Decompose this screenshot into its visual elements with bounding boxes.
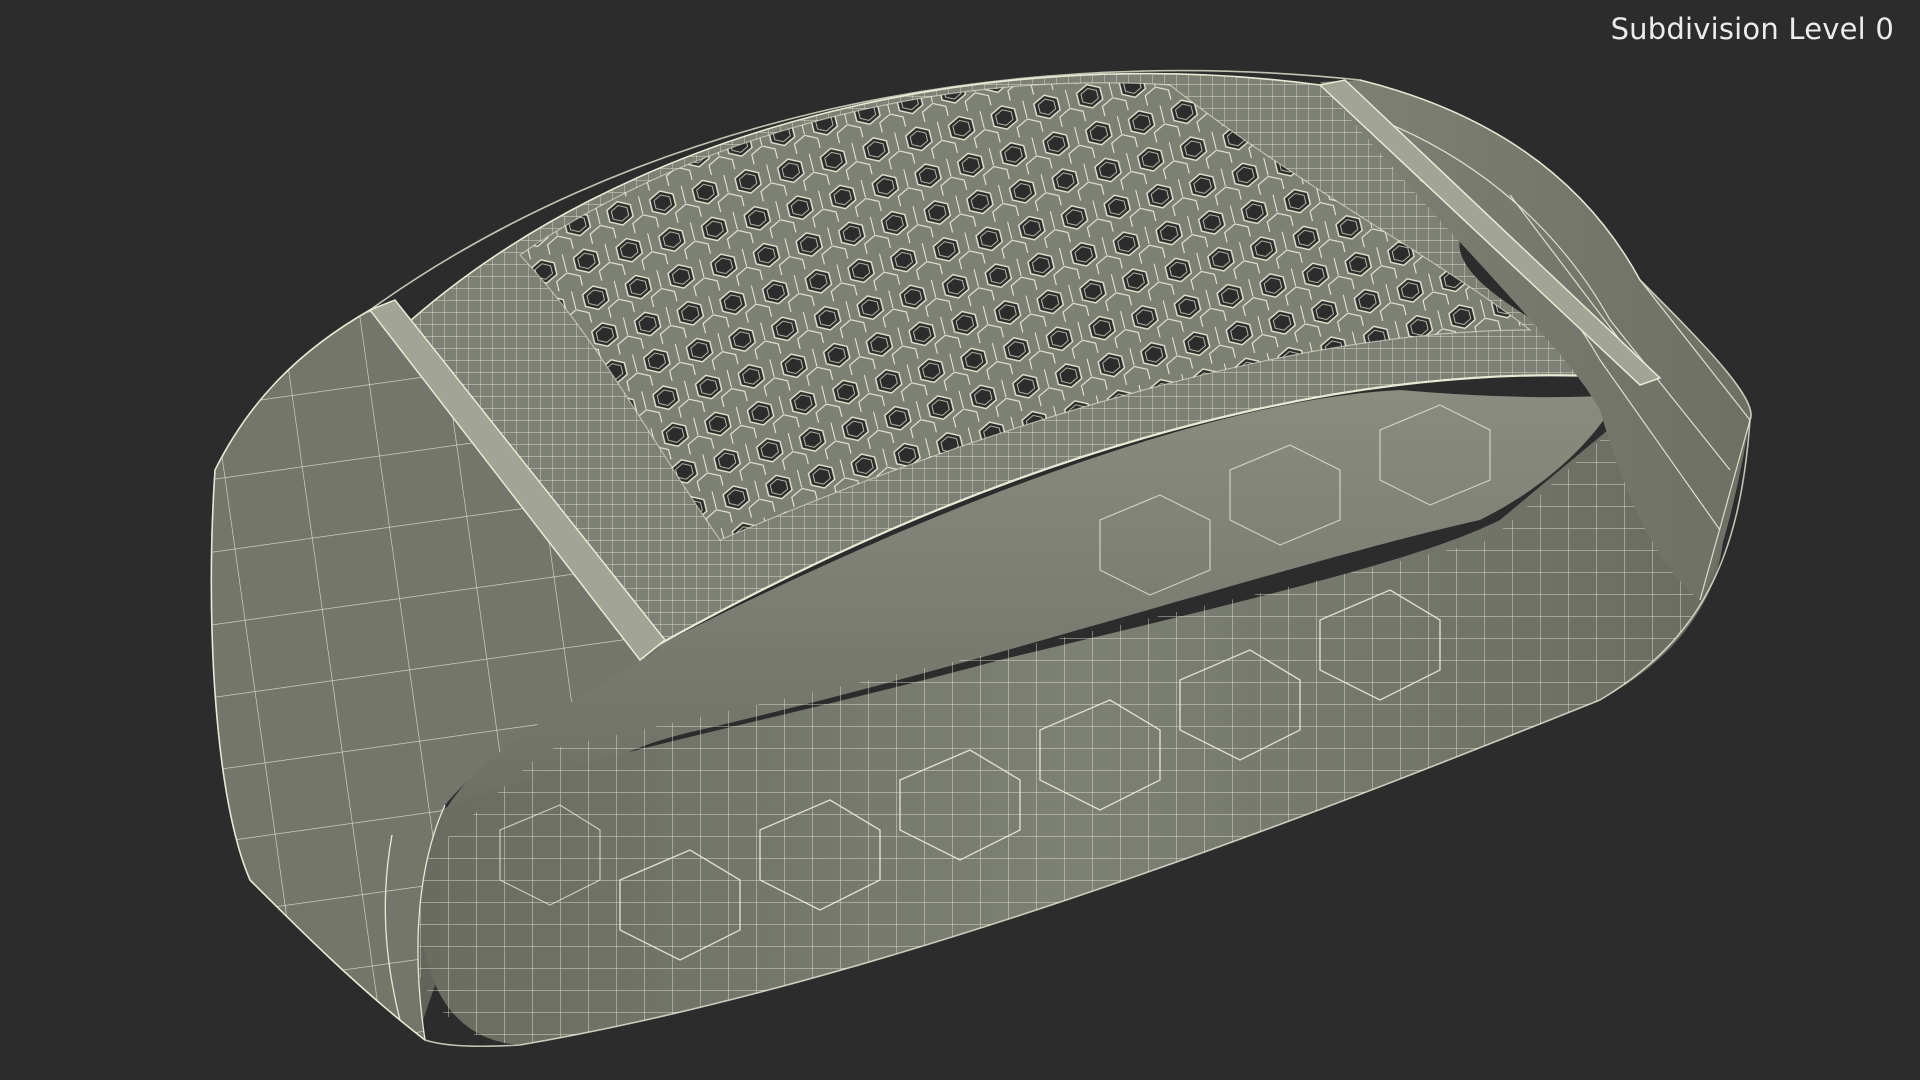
wristband-wireframe-render [210,69,1752,1047]
3d-viewport[interactable]: Subdivision Level 0 [0,0,1920,1080]
subdivision-level-label: Subdivision Level 0 [1610,12,1894,46]
